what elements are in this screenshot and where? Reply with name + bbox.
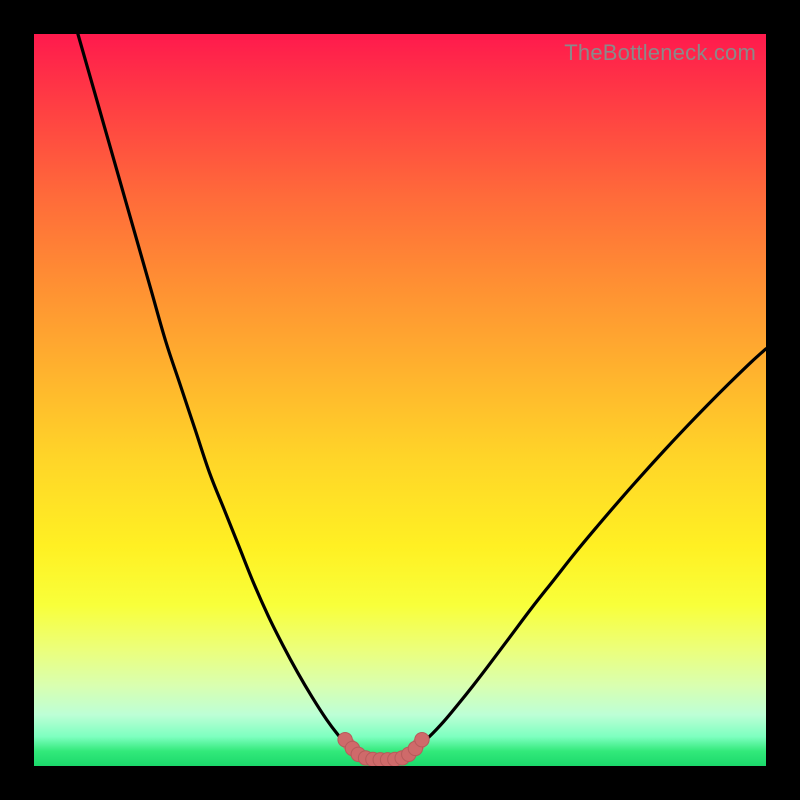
- marker-layer: [338, 732, 429, 766]
- bottleneck-curve: [78, 34, 766, 760]
- outer-frame: TheBottleneck.com: [0, 0, 800, 800]
- valley-marker: [415, 732, 429, 746]
- chart-svg: [34, 34, 766, 766]
- plot-area: TheBottleneck.com: [34, 34, 766, 766]
- curve-layer: [78, 34, 766, 760]
